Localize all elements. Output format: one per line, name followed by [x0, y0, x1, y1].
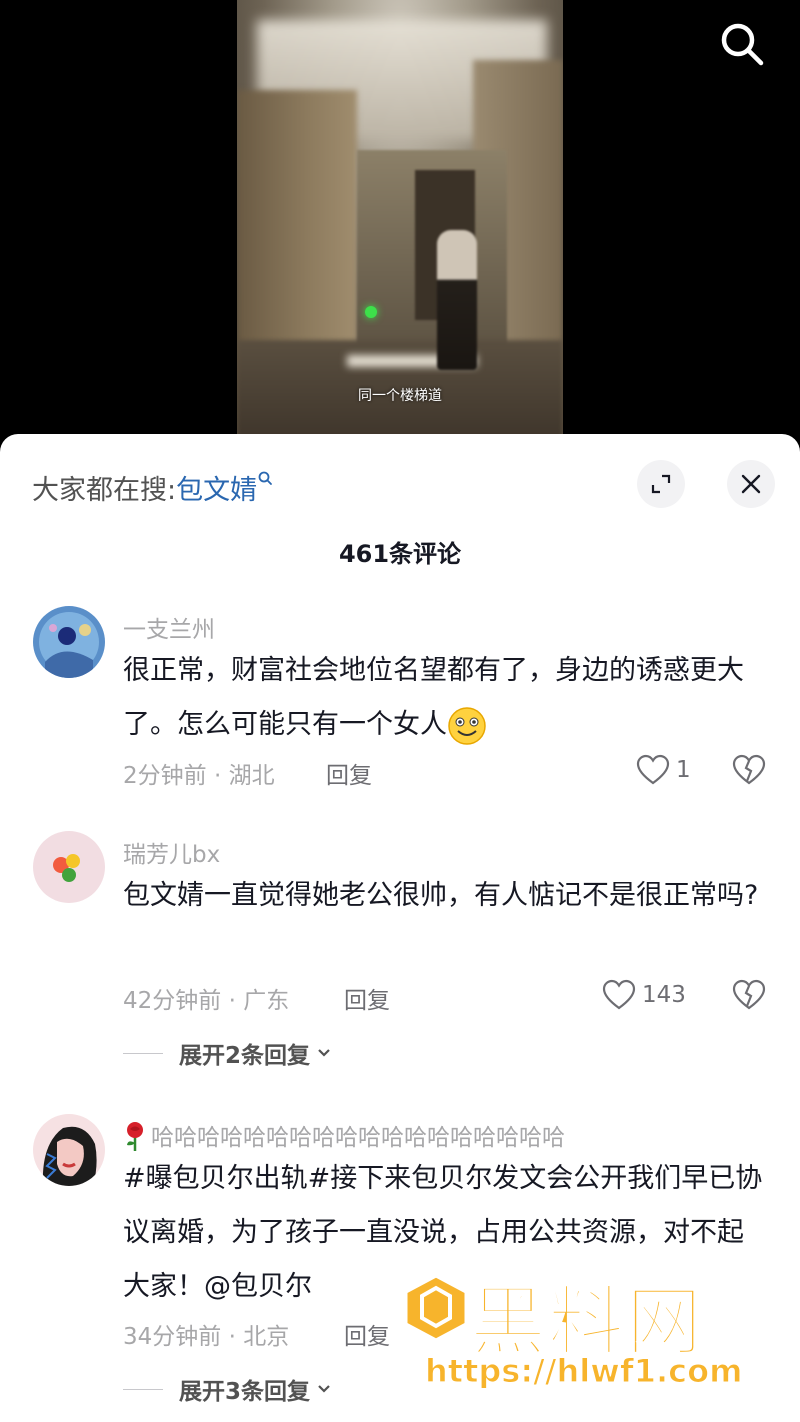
- expand-icon: [651, 474, 671, 494]
- like-button[interactable]: 143: [602, 979, 686, 1011]
- comment-item: 瑞芳儿bx 包文婧一直觉得她老公很帅，有人惦记不是很正常吗? 42分钟前 · 广…: [0, 831, 800, 1071]
- video-caption: 同一个楼梯道: [358, 388, 442, 404]
- broken-heart-icon: [732, 754, 766, 785]
- smile-emoji-icon: [448, 706, 486, 745]
- comment-username[interactable]: 瑞芳儿bx: [123, 835, 220, 869]
- comment-text: 很正常，财富社会地位名望都有了，身边的诱惑更大了。怎么可能只有一个女人: [123, 644, 763, 752]
- trending-search-prefix: 大家都在搜:: [32, 475, 177, 506]
- close-panel-button[interactable]: [727, 460, 775, 508]
- comment-meta: 34分钟前 · 北京: [123, 1324, 290, 1350]
- expand-replies-button[interactable]: 展开3条回复: [123, 1372, 334, 1406]
- like-count: 1: [676, 757, 691, 783]
- comment-text: 包文婧一直觉得她老公很帅，有人惦记不是很正常吗?: [123, 880, 759, 911]
- reply-button[interactable]: 回复: [344, 1317, 390, 1351]
- search-button[interactable]: [718, 20, 766, 68]
- video-frame[interactable]: 同一个楼梯道: [237, 0, 563, 450]
- video-scene-exit-light: [365, 306, 377, 318]
- like-button[interactable]: 1: [636, 754, 691, 786]
- comment-username[interactable]: 一支兰州: [123, 610, 215, 644]
- chevron-down-icon: [318, 1385, 330, 1393]
- avatar-image: [33, 606, 105, 678]
- comment-username-row[interactable]: 哈哈哈哈哈哈哈哈哈哈哈哈哈哈哈哈哈哈: [123, 1118, 565, 1152]
- like-count: 143: [642, 982, 686, 1008]
- heart-icon: [602, 979, 636, 1010]
- reply-button[interactable]: 回复: [344, 981, 390, 1015]
- dislike-button[interactable]: [732, 754, 766, 790]
- trending-search[interactable]: 大家都在搜:包文婧: [32, 468, 273, 507]
- expand-panel-button[interactable]: [637, 460, 685, 508]
- comment-count: 461条评论: [338, 540, 462, 568]
- expand-replies-label: 展开2条回复: [179, 1043, 311, 1069]
- comment-username: 哈哈哈哈哈哈哈哈哈哈哈哈哈哈哈哈哈哈: [151, 1125, 565, 1151]
- chevron-down-icon: [318, 1049, 330, 1057]
- close-icon: [741, 474, 761, 494]
- rose-icon: [127, 1122, 143, 1151]
- comment-meta: 2分钟前 · 湖北: [123, 763, 275, 789]
- comment-item: 一支兰州 很正常，财富社会地位名望都有了，身边的诱惑更大了。怎么可能只有一个女人…: [0, 606, 800, 806]
- avatar[interactable]: [33, 1114, 105, 1186]
- comment-meta: 42分钟前 · 广东: [123, 988, 290, 1014]
- avatar[interactable]: [33, 606, 105, 678]
- expand-replies-button[interactable]: 展开2条回复: [123, 1036, 334, 1070]
- reply-button[interactable]: 回复: [326, 756, 372, 790]
- avatar[interactable]: [33, 831, 105, 903]
- search-icon: [721, 23, 764, 66]
- comment-text-content: 很正常，财富社会地位名望都有了，身边的诱惑更大了。怎么可能只有一个女人: [123, 655, 744, 740]
- dislike-button[interactable]: [732, 979, 766, 1015]
- trending-search-keyword[interactable]: 包文婧: [176, 475, 257, 506]
- avatar-image: [33, 1114, 105, 1186]
- avatar-image: [33, 831, 105, 903]
- site-watermark: 黑料网 https://hlwf1.com: [400, 1260, 800, 1422]
- video-scene-person: [437, 230, 477, 370]
- watermark-logo-icon: [404, 1274, 468, 1342]
- divider-line: [123, 1052, 163, 1054]
- watermark-url: https://hlwf1.com: [424, 1352, 743, 1391]
- video-player[interactable]: 同一个楼梯道: [0, 0, 800, 450]
- search-small-icon: [258, 471, 273, 485]
- broken-heart-icon: [732, 979, 766, 1010]
- expand-replies-label: 展开3条回复: [179, 1379, 311, 1405]
- heart-icon: [636, 754, 670, 785]
- divider-line: [123, 1388, 163, 1390]
